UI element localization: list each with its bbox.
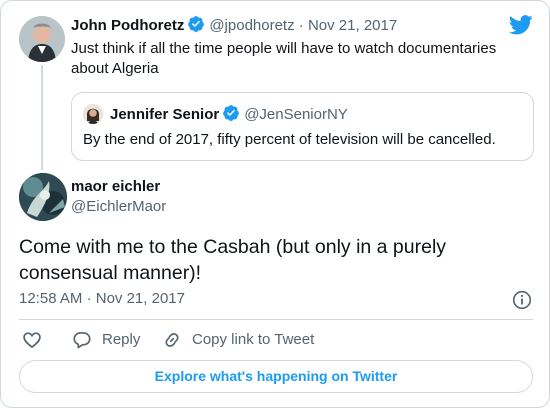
divider [19, 319, 533, 320]
parent-display-name[interactable]: John Podhoretz [71, 17, 184, 34]
tweet-timestamp[interactable]: 12:58 AM · Nov 21, 2017 [19, 289, 185, 309]
tweet-time: 12:58 AM [19, 290, 83, 307]
explore-button[interactable]: Explore what's happening on Twitter [19, 360, 533, 393]
parent-avatar-image [19, 16, 65, 62]
parent-date[interactable]: Nov 21, 2017 [308, 17, 397, 34]
main-avatar[interactable] [19, 173, 67, 221]
quoted-avatar [83, 104, 103, 124]
speech-bubble-icon [73, 332, 91, 349]
copy-link-button[interactable]: Copy link to Tweet [162, 330, 322, 350]
quoted-display-name: Jennifer Senior [110, 106, 220, 123]
verified-badge-icon [222, 104, 240, 128]
quoted-avatar-image [83, 104, 103, 124]
parent-handle[interactable]: @jpodhoretz [209, 17, 294, 34]
tweet-embed-card: John Podhoretz @jpodhoretz · Nov 21, 2017… [0, 0, 550, 408]
copy-link-label: Copy link to Tweet [192, 331, 315, 348]
parent-header: John Podhoretz @jpodhoretz · Nov 21, 2017 [71, 15, 397, 39]
tweet-date: Nov 21, 2017 [95, 290, 185, 307]
main-avatar-image [19, 173, 67, 221]
thread-connector [41, 65, 43, 170]
parent-tweet-text: Just think if all the time people will h… [71, 40, 497, 77]
timestamp-separator: · [86, 290, 92, 307]
link-icon [165, 333, 179, 347]
main-tweet-text: Come with me to the Casbah (but only in … [19, 236, 447, 284]
info-icon[interactable] [512, 290, 532, 315]
reply-button[interactable]: Reply [72, 330, 152, 350]
quoted-tweet-text: By the end of 2017, fifty percent of tel… [83, 131, 496, 148]
quoted-handle: @JenSeniorNY [244, 106, 348, 123]
parent-avatar[interactable] [19, 16, 65, 62]
main-handle[interactable]: @EichlerMaor [71, 197, 166, 217]
quoted-tweet[interactable]: Jennifer Senior @JenSeniorNY By the end o… [71, 92, 534, 161]
main-display-name[interactable]: maor eichler [71, 177, 160, 197]
verified-badge-icon [187, 15, 205, 39]
quoted-header: Jennifer Senior @JenSeniorNY [110, 104, 348, 128]
parent-separator: · [298, 17, 304, 34]
like-button[interactable] [22, 330, 42, 350]
twitter-bird-icon[interactable] [509, 15, 533, 40]
reply-label: Reply [102, 331, 141, 348]
heart-icon [23, 332, 41, 349]
